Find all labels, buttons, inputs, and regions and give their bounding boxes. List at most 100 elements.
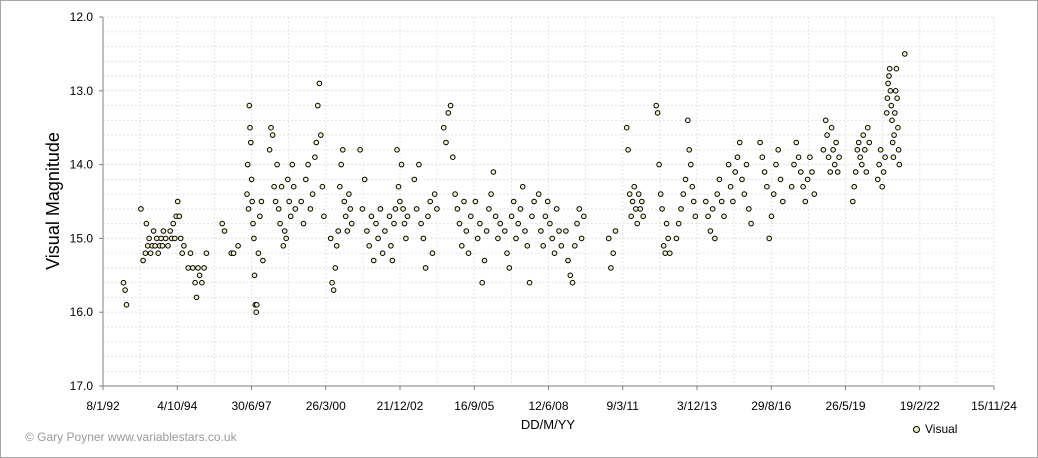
data-point [718,198,725,205]
data-point [159,243,166,249]
data-point [707,228,714,234]
data-point [330,287,337,293]
data-point [199,279,205,286]
data-point [176,213,183,220]
data-point [896,161,903,168]
data-point [477,220,483,227]
data-point [689,183,696,190]
data-point [502,228,508,234]
data-point [413,206,420,212]
y-tick-label: 13.0 [70,84,94,98]
data-point [463,228,470,234]
data-point [626,191,633,197]
x-tick-labels: 8/1/92 4/10/94 30/6/97 26/3/00 21/12/02 16/9/… [86,399,1017,413]
data-point [777,176,784,183]
data-point [244,161,251,168]
data-point [251,235,257,242]
x-axis-label: DD/M/YY [521,417,576,432]
data-point [342,213,349,220]
data-point [303,176,309,183]
data-point [155,250,161,256]
data-point [196,272,203,279]
data-point [663,220,670,227]
data-point [863,169,870,175]
x-tick-label: 15/11/24 [971,399,1017,413]
data-point [581,213,587,220]
data-point [637,206,644,212]
data-point [529,213,535,220]
data-point [667,250,673,256]
x-tick-label: 19/2/22 [900,399,940,413]
data-point [416,161,422,168]
data-point [830,147,836,153]
data-point [425,213,431,220]
data-point [524,243,531,249]
data-point [709,206,716,212]
data-point [703,198,709,205]
data-point [337,183,343,190]
data-point [773,161,779,168]
data-point [893,65,900,72]
data-point [759,154,766,160]
data-point [883,110,890,116]
data-point [567,272,574,279]
data-point [305,161,311,168]
data-point [895,124,901,131]
data-point [510,198,517,205]
data-point [811,191,818,197]
data-point [454,206,461,212]
data-point [515,220,522,227]
data-point [743,161,750,168]
data-point [143,220,150,227]
data-point [890,154,897,160]
data-point [631,183,638,190]
data-point [513,235,519,242]
data-point [659,206,665,212]
data-point [278,183,285,190]
y-tick-label: 17.0 [70,379,94,393]
data-point [705,213,711,220]
data-point [553,206,560,212]
data-point [287,213,294,220]
data-point [277,220,283,227]
data-point [876,161,882,168]
data-point [447,102,454,109]
data-point [254,302,260,308]
scatter-chart: 12.0 13.0 14.0 15.0 16.0 17.0 8/1/92 4/10/94 30… [43,10,1017,432]
data-point [144,243,151,249]
chart-frame: 12.0 13.0 14.0 15.0 16.0 17.0 8/1/92 4/10/94 30… [0,0,1038,458]
data-point [434,206,440,212]
data-point [885,80,891,87]
data-point [610,250,617,256]
data-point [392,206,399,212]
data-point [734,154,741,160]
data-point [673,235,680,242]
data-point [289,161,296,168]
data-point [798,169,804,175]
data-point [138,206,144,212]
data-point [657,191,664,197]
data-point [802,198,809,205]
data-point [335,228,342,234]
data-point [395,183,402,190]
data-point [346,191,352,197]
x-tick-label: 30/6/97 [231,399,271,413]
data-point [517,206,524,212]
data-point [834,169,841,175]
data-point [281,228,288,234]
data-point [266,147,273,153]
data-point [654,110,661,116]
data-point [889,117,895,124]
data-point [623,124,630,131]
data-point [340,147,346,153]
data-point [538,228,544,234]
data-point [640,213,647,220]
x-tick-label: 26/5/19 [825,399,865,413]
data-point [268,124,274,131]
data-point [824,132,830,138]
data-point [828,124,835,131]
data-point [332,265,339,271]
data-point [882,154,888,160]
data-point [508,213,515,220]
data-point [486,206,492,212]
